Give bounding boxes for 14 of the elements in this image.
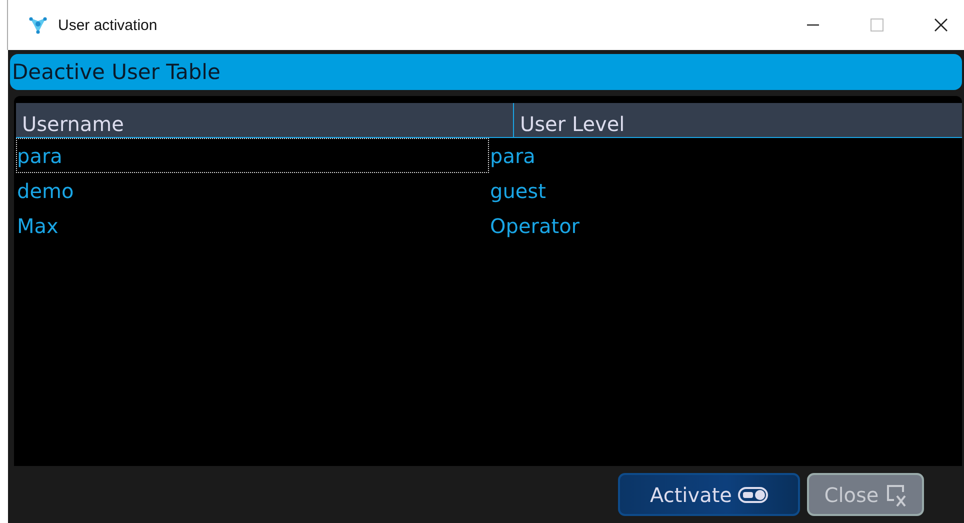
table-cell-text: Operator xyxy=(489,212,581,240)
activate-button[interactable]: Activate xyxy=(618,473,800,516)
toggle-switch-icon xyxy=(738,486,768,504)
close-icon[interactable] xyxy=(934,18,948,32)
column-header[interactable]: User Level xyxy=(513,103,962,137)
column-header[interactable]: Username xyxy=(16,103,513,137)
table-cell: para xyxy=(16,138,489,173)
app-logo-icon xyxy=(28,15,48,35)
section-title: Deactive User Table xyxy=(10,54,962,90)
window-title: User activation xyxy=(58,16,158,34)
table-cell-text: para xyxy=(489,142,536,170)
table-cell-text: guest xyxy=(489,178,547,204)
table-cell-text: Max xyxy=(16,212,60,240)
table-cell-text: demo xyxy=(16,178,75,204)
